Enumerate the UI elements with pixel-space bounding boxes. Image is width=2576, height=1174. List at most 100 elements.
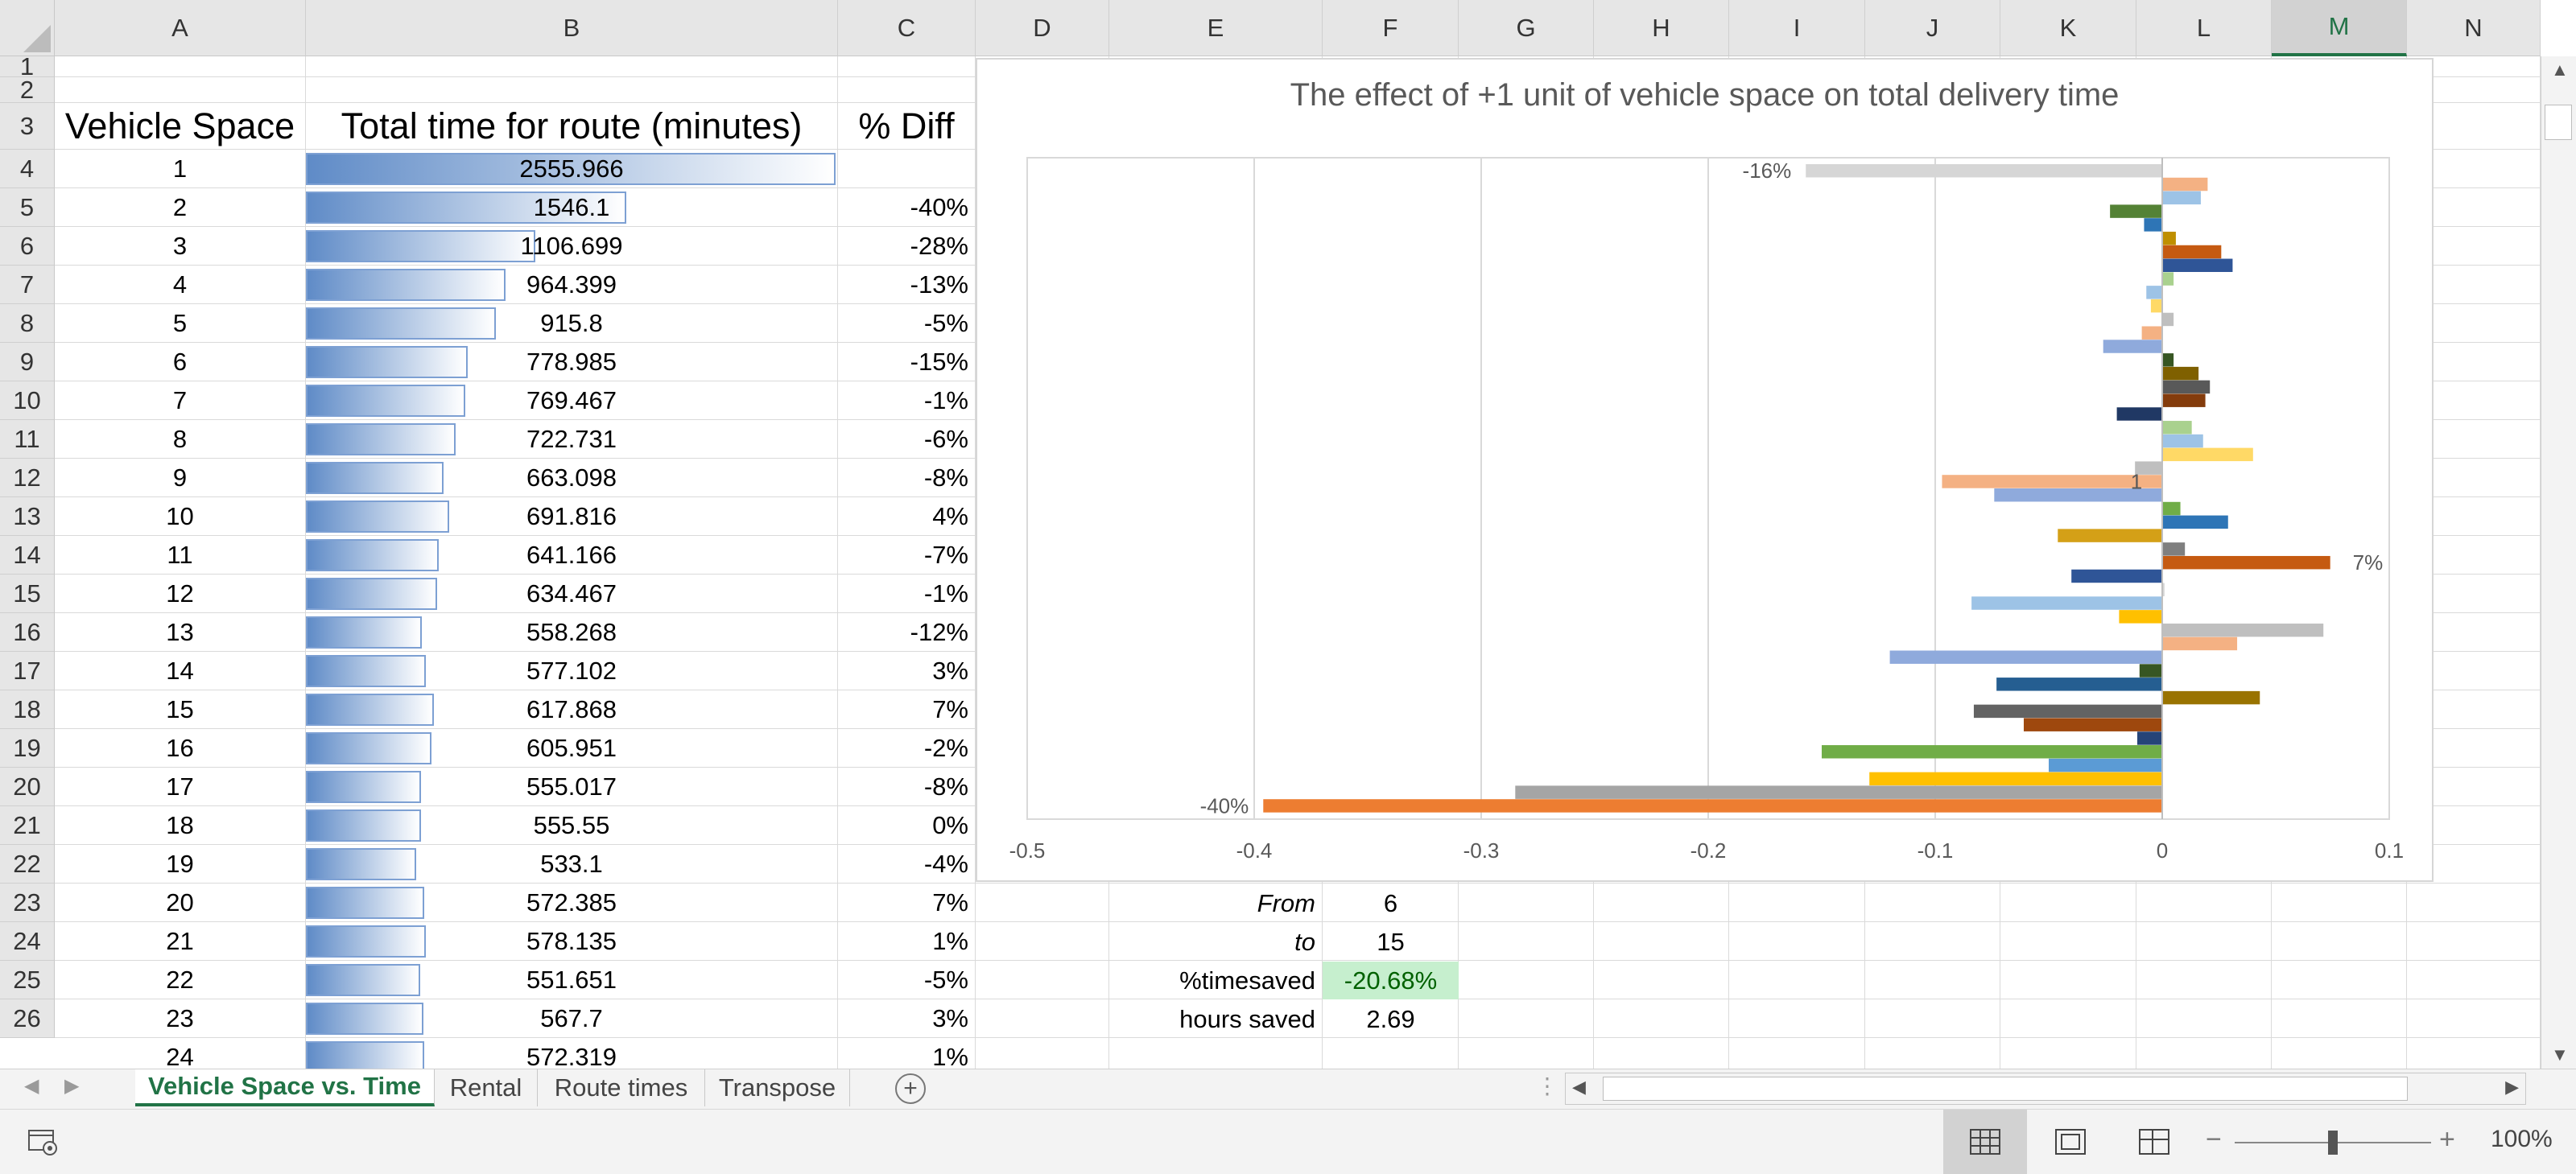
cell-vehicle-space[interactable]: 1	[55, 150, 305, 187]
cell-vehicle-space[interactable]: 16	[55, 729, 305, 767]
column-header-f[interactable]: F	[1323, 0, 1459, 56]
cell-vehicle-space[interactable]: 21	[55, 922, 305, 960]
horizontal-scrollbar[interactable]: ◀ ▶	[1565, 1073, 2526, 1105]
cell-percent-diff[interactable]: -13%	[838, 266, 975, 303]
horizontal-scroll-thumb[interactable]	[1603, 1077, 2408, 1101]
column-header-e[interactable]: E	[1109, 0, 1323, 56]
row-header-9[interactable]: 9	[0, 343, 55, 381]
cell-percent-diff[interactable]: -5%	[838, 961, 975, 999]
cell-percent-diff[interactable]: 4%	[838, 497, 975, 535]
scroll-left-icon[interactable]: ◀	[1572, 1077, 1586, 1098]
cell-vehicle-space[interactable]: 9	[55, 459, 305, 496]
normal-view-button[interactable]	[1943, 1110, 2027, 1174]
hours-saved-label[interactable]: hours saved	[1109, 1000, 1322, 1038]
column-header-n[interactable]: N	[2407, 0, 2541, 56]
from-label[interactable]: From	[1109, 884, 1322, 922]
row-header-6[interactable]: 6	[0, 227, 55, 266]
cell-percent-diff[interactable]: -5%	[838, 304, 975, 342]
sheet-tab-route-times[interactable]: Route times	[538, 1069, 705, 1106]
cell-total-time[interactable]: 617.868	[306, 690, 837, 729]
cell-vehicle-space[interactable]: 22	[55, 961, 305, 999]
cell-percent-diff[interactable]: -1%	[838, 381, 975, 419]
cell-percent-diff[interactable]: 1%	[838, 922, 975, 960]
cell-vehicle-space[interactable]: 6	[55, 343, 305, 381]
row-header-18[interactable]: 18	[0, 690, 55, 729]
cell-percent-diff[interactable]: -1%	[838, 575, 975, 612]
cell-vehicle-space[interactable]: 24	[55, 1038, 305, 1069]
to-label[interactable]: to	[1109, 923, 1322, 961]
cell-total-time[interactable]: 2555.966	[306, 150, 837, 188]
cell-percent-diff[interactable]	[838, 150, 975, 187]
cell-total-time[interactable]: 533.1	[306, 845, 837, 884]
select-all-corner[interactable]	[0, 0, 55, 56]
cell-total-time[interactable]: 722.731	[306, 420, 837, 459]
column-header-j[interactable]: J	[1865, 0, 2000, 56]
row-header-11[interactable]: 11	[0, 420, 55, 459]
cell-percent-diff[interactable]: -2%	[838, 729, 975, 767]
cell-total-time[interactable]: 567.7	[306, 999, 837, 1038]
cell-vehicle-space[interactable]: 17	[55, 768, 305, 805]
cell-vehicle-space[interactable]: 19	[55, 845, 305, 883]
cell-vehicle-space[interactable]: 5	[55, 304, 305, 342]
cell-percent-diff[interactable]: 1%	[838, 1038, 975, 1069]
cell-percent-diff[interactable]: 7%	[838, 690, 975, 728]
row-header-12[interactable]: 12	[0, 459, 55, 497]
cell-percent-diff[interactable]: 3%	[838, 652, 975, 690]
scroll-down-icon[interactable]: ▼	[2551, 1044, 2569, 1065]
column-header-m[interactable]: M	[2272, 0, 2407, 56]
cell-percent-diff[interactable]: -40%	[838, 188, 975, 226]
cell-percent-diff[interactable]: 3%	[838, 999, 975, 1037]
row-header-15[interactable]: 15	[0, 575, 55, 613]
cell-total-time[interactable]: 778.985	[306, 343, 837, 381]
sheet-tab-transpose[interactable]: Transpose	[705, 1069, 850, 1106]
tab-prev-icon[interactable]: ◀	[24, 1074, 39, 1098]
cell-total-time[interactable]: 555.55	[306, 806, 837, 845]
cell-vehicle-space[interactable]: 20	[55, 884, 305, 921]
column-header-i[interactable]: I	[1729, 0, 1865, 56]
splitter-handle-icon[interactable]: ⋮	[1536, 1073, 1558, 1099]
row-header-22[interactable]: 22	[0, 845, 55, 884]
row-header-24[interactable]: 24	[0, 922, 55, 961]
cell-total-time[interactable]: 915.8	[306, 304, 837, 343]
from-value[interactable]: 6	[1323, 884, 1459, 922]
page-break-view-button[interactable]	[2112, 1110, 2196, 1174]
cell-percent-diff[interactable]: 7%	[838, 884, 975, 921]
cell-vehicle-space[interactable]: 10	[55, 497, 305, 535]
cell-total-time[interactable]: 558.268	[306, 613, 837, 652]
cell-percent-diff[interactable]: -12%	[838, 613, 975, 651]
add-sheet-icon[interactable]: +	[895, 1073, 926, 1104]
cell-percent-diff[interactable]: -6%	[838, 420, 975, 458]
tab-next-icon[interactable]: ▶	[64, 1074, 79, 1098]
vertical-scroll-thumb[interactable]	[2545, 105, 2572, 140]
timesaved-label[interactable]: %timesaved	[1109, 962, 1322, 999]
row-header-20[interactable]: 20	[0, 768, 55, 806]
cell-total-time[interactable]: 572.319	[306, 1038, 837, 1069]
row-header-14[interactable]: 14	[0, 536, 55, 575]
row-header-13[interactable]: 13	[0, 497, 55, 536]
zoom-level[interactable]: 100%	[2491, 1126, 2553, 1153]
cell-vehicle-space[interactable]: 2	[55, 188, 305, 226]
cell-total-time[interactable]: 691.816	[306, 497, 837, 536]
cell-total-time[interactable]: 1546.1	[306, 188, 837, 227]
row-header-1[interactable]: 1	[0, 52, 55, 80]
to-value[interactable]: 15	[1323, 923, 1459, 961]
cell-total-time[interactable]: 641.166	[306, 536, 837, 575]
column-header-h[interactable]: H	[1594, 0, 1729, 56]
row-header-23[interactable]: 23	[0, 884, 55, 922]
cell-percent-diff[interactable]: 0%	[838, 806, 975, 844]
page-layout-view-button[interactable]	[2029, 1110, 2112, 1174]
cell-vehicle-space[interactable]: 4	[55, 266, 305, 303]
zoom-in-button[interactable]: +	[2439, 1124, 2455, 1155]
cell-percent-diff[interactable]: -7%	[838, 536, 975, 574]
row-header-3[interactable]: 3	[0, 103, 55, 150]
cell-percent-diff[interactable]: -8%	[838, 459, 975, 496]
macro-recording-icon[interactable]	[27, 1127, 60, 1156]
header-percent-diff[interactable]: % Diff	[838, 103, 975, 150]
spreadsheet-grid[interactable]: ABCDEFGHIJKLMN 1 2 3 4 5 6 7 8 9 10 11 12 13 14 15 16 17…	[0, 0, 2576, 1069]
sheet-tab-rental[interactable]: Rental	[435, 1069, 538, 1106]
cell-percent-diff[interactable]: -28%	[838, 227, 975, 265]
cell-total-time[interactable]: 605.951	[306, 729, 837, 768]
column-header-d[interactable]: D	[976, 0, 1109, 56]
column-header-l[interactable]: L	[2136, 0, 2272, 56]
cell-percent-diff[interactable]: -4%	[838, 845, 975, 883]
